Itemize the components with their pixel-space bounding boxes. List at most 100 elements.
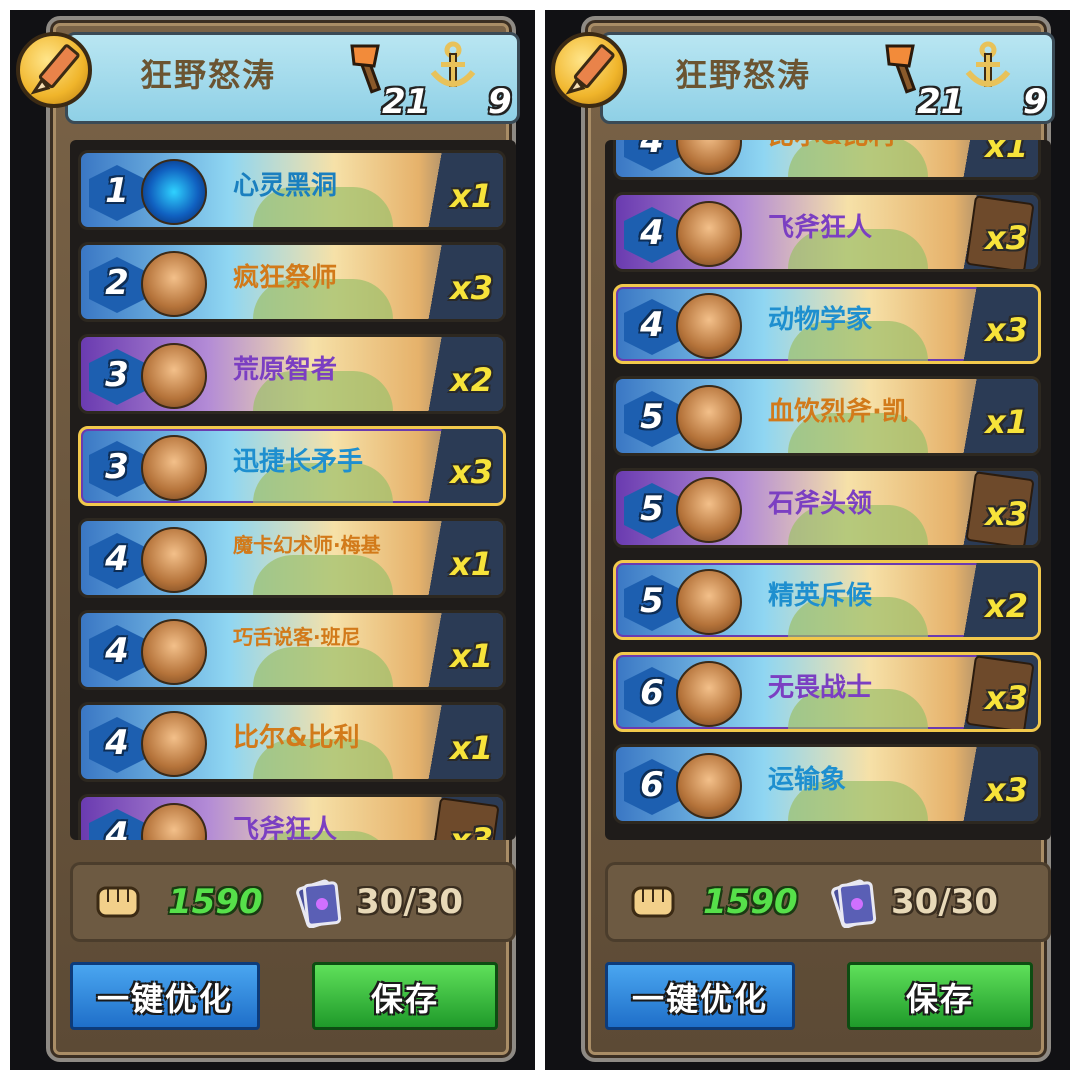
optimize-button[interactable]: 一键优化 [70,962,260,1030]
card-portrait [141,343,207,409]
card-quantity: x3 [985,219,1028,257]
card-row[interactable]: 4 魔卡幻术师·梅基 x1 [78,518,506,598]
mana-cost: 4 [105,723,129,763]
card-name: 飞斧狂人 [768,213,873,243]
mana-cost: 6 [640,673,664,713]
mana-cost-badge: 5 [624,575,680,631]
mana-cost: 3 [105,355,129,395]
card-portrait [676,140,742,175]
deck-card-count: 30/30 [356,882,464,922]
mana-cost: 5 [640,581,664,621]
mana-cost-badge: 3 [89,441,145,497]
card-portrait [141,803,207,840]
mana-cost-badge: 4 [89,533,145,589]
card-quantity: x3 [985,679,1028,717]
card-row[interactable]: 4 比尔&比利 x1 [78,702,506,782]
card-portrait [676,753,742,819]
card-row[interactable]: 4 比尔&比利 x1 [613,140,1041,180]
mana-cost: 4 [640,305,664,345]
edit-deck-button[interactable] [551,32,627,108]
mana-cost-badge: 5 [624,391,680,447]
card-row[interactable]: 6 无畏战士 x3 [613,652,1041,732]
card-name: 荒原智者 [233,355,338,385]
mana-cost-badge: 6 [624,667,680,723]
card-name: 魔卡幻术师·梅基 [233,533,381,557]
mana-cost-badge: 5 [624,483,680,539]
optimize-button[interactable]: 一键优化 [605,962,795,1030]
card-name: 心灵黑洞 [233,171,338,201]
mana-cost: 3 [105,447,129,487]
card-name: 运输象 [768,765,847,795]
card-name: 疯狂祭师 [233,263,338,293]
card-name: 比尔&比利 [768,140,968,151]
card-portrait [141,435,207,501]
card-name: 无畏战士 [768,673,873,703]
mana-cost-badge: 4 [624,140,680,171]
mana-cost: 6 [640,765,664,805]
edit-deck-button[interactable] [16,32,92,108]
deck-name[interactable]: 狂野怒涛 [675,50,865,96]
card-name: 精英斥候 [768,581,873,611]
card-quantity: x2 [985,587,1028,625]
card-row[interactable]: 5 精英斥候 x2 [613,560,1041,640]
deck-stats-bar: 1590 30/30 [70,862,516,942]
card-portrait [676,293,742,359]
card-row[interactable]: 4 飞斧狂人 x3 [78,794,506,840]
card-portrait [141,527,207,593]
mana-cost: 4 [105,815,129,840]
card-row[interactable]: 2 疯狂祭师 x3 [78,242,506,322]
mana-cost: 4 [640,213,664,253]
axe-count: 21 [917,82,965,122]
deck-panel: 狂野怒涛 21 9 1 心灵黑洞 x1 2 疯狂祭师 x3 3 荒原智者 x2 3 迅捷长矛手 x3 4 魔卡幻… [10,10,535,1070]
pencil-icon [565,44,615,95]
save-button[interactable]: 保存 [847,962,1033,1030]
deck-name[interactable]: 狂野怒涛 [140,50,330,96]
card-quantity: x3 [985,495,1028,533]
card-name: 飞斧狂人 [233,815,338,840]
card-portrait [676,201,742,267]
anchor-icon [425,40,481,100]
card-quantity: x3 [985,311,1028,349]
card-row[interactable]: 3 荒原智者 x2 [78,334,506,414]
card-row[interactable]: 4 飞斧狂人 x3 [613,192,1041,272]
card-portrait [676,477,742,543]
anchor-count: 9 [488,82,512,122]
card-list[interactable]: 4 比尔&比利 x1 4 飞斧狂人 x3 4 动物学家 x3 5 血饮烈斧·凯 x1 5 石斧头领 x3 5 精… [605,140,1051,840]
card-row[interactable]: 4 动物学家 x3 [613,284,1041,364]
card-portrait [676,569,742,635]
card-quantity: x1 [985,140,1028,165]
mana-cost: 5 [640,489,664,529]
card-row[interactable]: 5 石斧头领 x3 [613,468,1041,548]
card-quantity: x3 [985,771,1028,809]
fist-icon [627,878,681,928]
card-stack-icon [288,878,348,932]
save-button[interactable]: 保存 [312,962,498,1030]
deck-power: 1590 [703,882,798,922]
card-quantity: x3 [450,453,493,491]
card-list[interactable]: 1 心灵黑洞 x1 2 疯狂祭师 x3 3 荒原智者 x2 3 迅捷长矛手 x3 4 魔卡幻术师·梅基 x1… [70,140,516,840]
anchor-count: 9 [1023,82,1047,122]
mana-cost-badge: 3 [89,349,145,405]
card-portrait [141,159,207,225]
card-name: 石斧头领 [768,489,873,519]
mana-cost-badge: 4 [624,207,680,263]
mana-cost-badge: 4 [89,625,145,681]
card-row[interactable]: 3 迅捷长矛手 x3 [78,426,506,506]
deck-power: 1590 [168,882,263,922]
mana-cost-badge: 2 [89,257,145,313]
card-portrait [141,711,207,777]
background-hill [253,647,393,687]
card-row[interactable]: 1 心灵黑洞 x1 [78,150,506,230]
deck-card-count: 30/30 [891,882,999,922]
card-quantity: x1 [450,177,493,215]
pencil-icon [30,44,80,95]
card-row[interactable]: 5 血饮烈斧·凯 x1 [613,376,1041,456]
card-row[interactable]: 6 运输象 x3 [613,744,1041,824]
mana-cost: 4 [105,631,129,671]
mana-cost-badge: 1 [89,165,145,221]
card-quantity: x1 [985,403,1028,441]
card-stack-icon [823,878,883,932]
card-portrait [676,385,742,451]
card-row[interactable]: 4 巧舌说客·班尼 x1 [78,610,506,690]
mana-cost-badge: 6 [624,759,680,815]
